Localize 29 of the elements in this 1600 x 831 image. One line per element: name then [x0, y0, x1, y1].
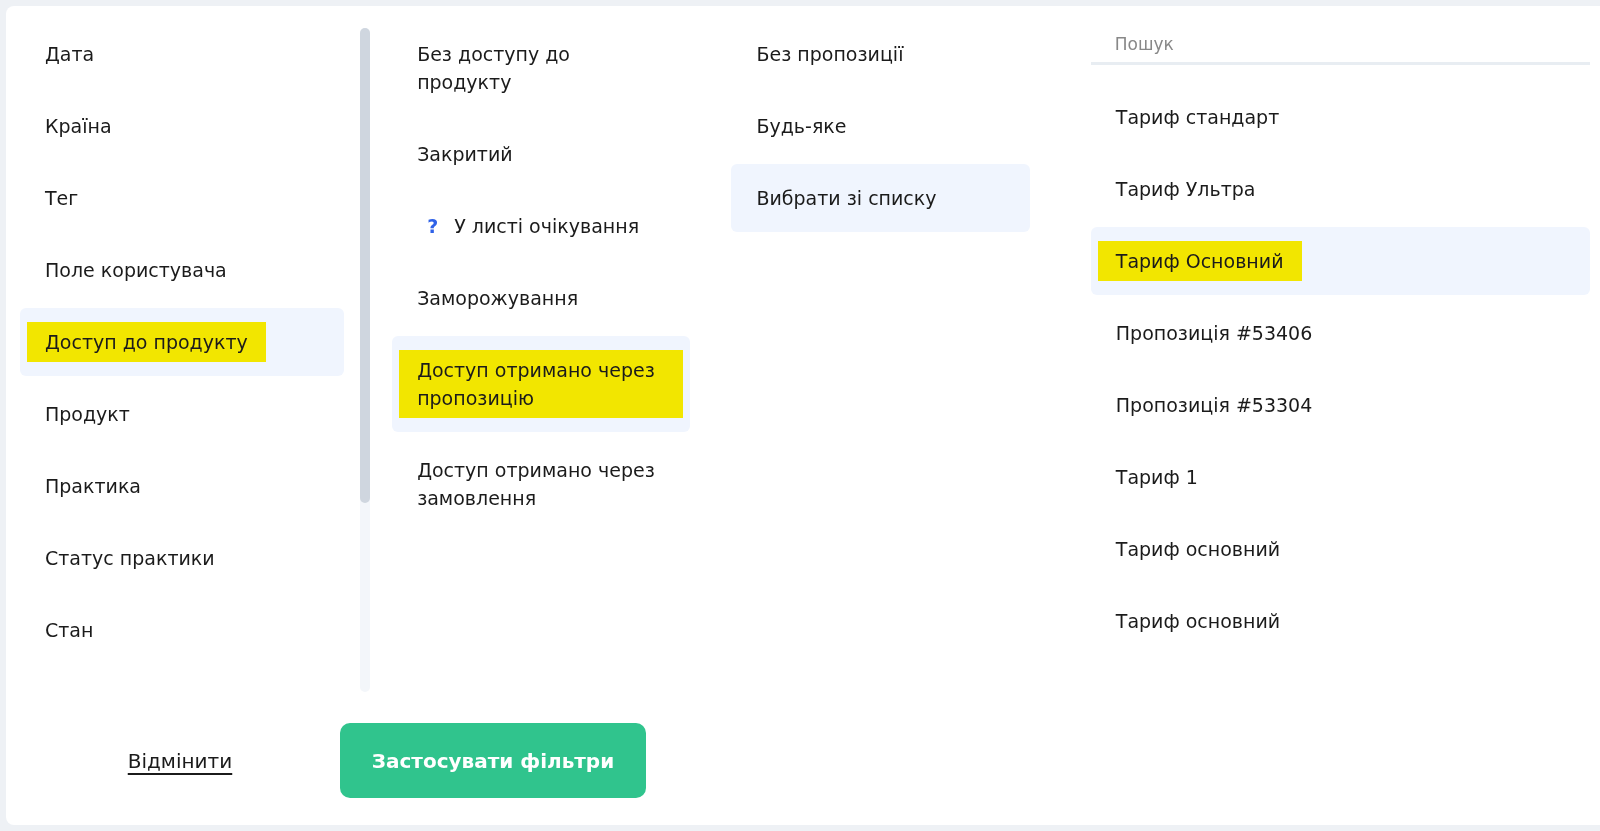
- access-option-item[interactable]: Доступ отримано через пропозицію: [392, 336, 691, 432]
- filter-category-item[interactable]: Країна: [20, 92, 345, 160]
- filter-category-item[interactable]: Доступ до продукту: [20, 308, 345, 376]
- access-option-item[interactable]: Без доступу до продукту: [392, 20, 691, 116]
- filter-category-item[interactable]: Продукт: [20, 380, 345, 448]
- offer-mode-item[interactable]: Без пропозиції: [731, 20, 1030, 88]
- cancel-link[interactable]: Відмінити: [20, 748, 340, 773]
- offer-mode-item[interactable]: Вибрати зі списку: [731, 164, 1030, 232]
- access-option-item[interactable]: Заморожування: [392, 264, 691, 332]
- offer-item[interactable]: Пропозиція #53406: [1090, 299, 1590, 367]
- access-option-item[interactable]: ? У листі очікування: [392, 192, 691, 260]
- filter-category-item[interactable]: Поле користувача: [20, 236, 345, 304]
- filter-category-item[interactable]: Дата: [20, 20, 345, 88]
- offer-mode-item[interactable]: Будь-яке: [731, 92, 1030, 160]
- filter-category-item[interactable]: Тег: [20, 164, 345, 232]
- offer-item[interactable]: Тариф Основний: [1090, 227, 1590, 295]
- offer-item[interactable]: Тариф Ультра: [1090, 155, 1590, 223]
- filter-category-item[interactable]: Стан: [20, 596, 345, 664]
- offer-item[interactable]: Тариф 1: [1090, 443, 1590, 511]
- scrollbar-thumb[interactable]: [360, 28, 371, 503]
- access-option-item[interactable]: Доступ отримано через замовлення: [392, 436, 691, 532]
- filter-category-item[interactable]: Статус практики: [20, 524, 345, 592]
- filter-category-item[interactable]: Практика: [20, 452, 345, 520]
- offer-item[interactable]: Тариф основний: [1090, 515, 1590, 583]
- offer-item[interactable]: Тариф основний: [1090, 587, 1590, 655]
- question-icon: ?: [427, 212, 439, 240]
- offer-item[interactable]: Тариф стандарт: [1090, 83, 1590, 151]
- offer-item[interactable]: Пропозиція #53304: [1090, 371, 1590, 439]
- access-option-item[interactable]: Закритий: [392, 120, 691, 188]
